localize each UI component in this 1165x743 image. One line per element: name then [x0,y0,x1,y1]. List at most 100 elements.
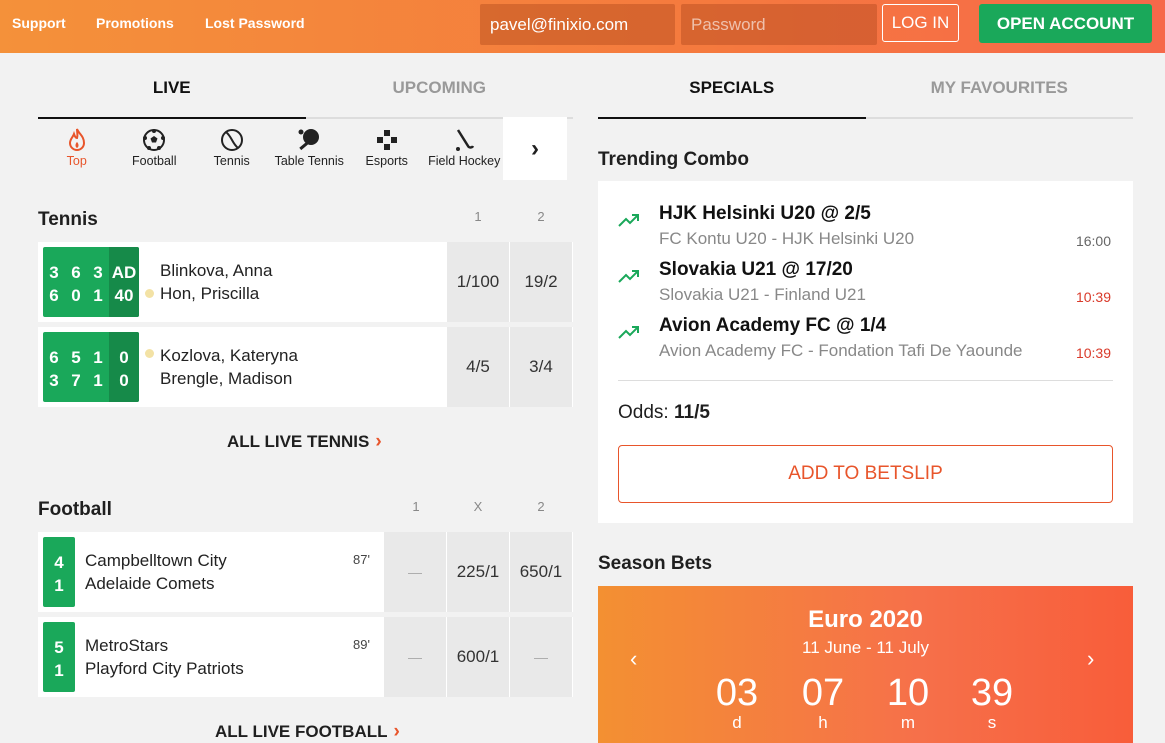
odds-button[interactable]: 1/100 [447,242,509,322]
chevron-right-icon[interactable]: › [1087,646,1094,672]
combo-item[interactable]: Avion Academy FC @ 1/4 Avion Academy FC … [598,315,1133,371]
support-link[interactable]: Support [12,15,66,31]
live-upcoming-tabs: LIVE UPCOMING [38,53,573,119]
serve-indicator [145,289,154,298]
odds-button[interactable]: 650/1 [510,532,572,612]
countdown-value: 07 [801,672,845,714]
sport-tennis[interactable]: Tennis [193,117,271,180]
odds-button[interactable]: — [510,617,572,697]
combo-time: 10:39 [1075,345,1111,361]
score: 5 [54,638,64,657]
score: 5 [71,348,81,367]
countdown-seconds: 39 s [962,672,1022,732]
add-to-betslip-button[interactable]: ADD TO BETSLIP [618,445,1113,503]
score-box: 51 [43,622,75,692]
countdown-value: 03 [715,672,759,714]
score: 1 [93,371,103,390]
login-button[interactable]: LOG IN [882,4,959,42]
trending-combo-title: Trending Combo [598,149,749,170]
players: Blinkova, Anna Hon, Priscilla [160,259,272,305]
tab-upcoming[interactable]: UPCOMING [306,53,574,117]
all-live-football-link[interactable]: ALL LIVE FOOTBALL › [215,721,400,743]
sport-top[interactable]: Top [38,117,116,180]
trending-up-icon [618,214,639,227]
odds-value: 11/5 [673,402,710,423]
score: 6 [49,286,59,305]
column-header: 2 [537,499,545,514]
event-title: Euro 2020 [808,606,923,633]
score: 1 [93,348,103,367]
tab-specials[interactable]: SPECIALS [598,53,866,119]
match-minute: 89' [353,637,370,652]
odds-button[interactable]: 600/1 [447,617,509,697]
countdown-unit: m [900,713,916,732]
combo-item[interactable]: HJK Helsinki U20 @ 2/5 FC Kontu U20 - HJ… [598,203,1133,259]
email-input[interactable]: pavel@finixio.com [480,4,675,45]
sport-table-tennis[interactable]: Table Tennis [271,117,349,180]
score: 1 [93,286,103,305]
odds-button[interactable]: 19/2 [510,242,572,322]
odds-button[interactable]: 225/1 [447,532,509,612]
score: 3 [49,263,59,282]
chevron-right-icon: › [375,431,382,452]
lost-password-link[interactable]: Lost Password [205,15,305,31]
sports-next-button[interactable]: › [503,117,567,180]
player-name: Hon, Priscilla [160,284,260,303]
combo-time: 10:39 [1075,289,1111,305]
all-live-tennis-link[interactable]: ALL LIVE TENNIS › [227,431,382,453]
tennis-section-title: Tennis [38,209,98,230]
combo-item[interactable]: Slovakia U21 @ 17/20 Slovakia U21 - Finl… [598,259,1133,315]
chevron-right-icon: › [531,135,539,162]
countdown-value: 39 [970,672,1014,714]
score: 40 [114,286,134,305]
odds-button[interactable]: 4/5 [447,327,509,407]
sport-field-hockey[interactable]: Field Hockey [426,117,504,180]
score: 6 [49,348,59,367]
hockey-stick-icon [426,128,504,154]
combo-selection: Slovakia U21 @ 17/20 [659,259,853,280]
chevron-left-icon[interactable]: ‹ [630,646,637,672]
match-minute: 87' [353,552,370,567]
promotions-link[interactable]: Promotions [96,15,174,31]
combo-match: Slovakia U21 - Finland U21 [659,285,866,304]
column-header: 2 [537,209,545,224]
divider [618,380,1113,381]
football-match-row[interactable]: 51 MetroStars Playford City Patriots 89'… [38,617,573,697]
trending-combo-card: HJK Helsinki U20 @ 2/5 FC Kontu U20 - HJ… [598,181,1133,523]
player-name: Kozlova, Kateryna [160,346,298,365]
tennis-match-row[interactable]: 36 60 31 AD 40 Blinkova, Anna Hon, Prisci… [38,242,573,322]
column-header: 1 [474,209,482,224]
sport-esports[interactable]: Esports [348,117,426,180]
odds-label: Odds: [618,402,669,423]
tab-my-favourites[interactable]: MY FAVOURITES [866,53,1134,117]
countdown-days: 03 d [707,672,767,732]
odds-button[interactable]: — [384,617,446,697]
team-name: Playford City Patriots [85,659,244,678]
combo-odds: Odds: 11/5 [618,402,710,424]
football-match-row[interactable]: 41 Campbelltown City Adelaide Comets 87'… [38,532,573,612]
players: Kozlova, Kateryna Brengle, Madison [160,344,298,390]
odds-button[interactable]: 3/4 [510,327,572,407]
countdown-value: 10 [886,672,930,714]
open-account-button[interactable]: OPEN ACCOUNT [979,4,1152,43]
score: 1 [54,576,64,595]
sport-label: Top [66,154,87,168]
sport-label: Field Hockey [428,154,501,168]
odds-button[interactable]: — [384,532,446,612]
gamepad-icon [348,128,426,154]
player-name: Blinkova, Anna [160,261,273,280]
football-icon [116,128,194,154]
column-header: 1 [412,499,420,514]
sport-football[interactable]: Football [116,117,194,180]
top-bar: Support Promotions Lost Password pavel@f… [0,0,1165,53]
tab-live[interactable]: LIVE [38,53,306,119]
tennis-match-row[interactable]: 6 3 5 7 1 1 0 0 Kozlova, Kateryna Brengle, M… [38,327,573,407]
serve-indicator [145,349,154,358]
score-box: 41 [43,537,75,607]
link-label: ALL LIVE TENNIS [227,432,370,451]
countdown-hours: 07 h [793,672,853,732]
event-dates: 11 June - 11 July [802,638,929,657]
password-input[interactable]: Password [681,4,877,45]
score: 0 [71,286,81,305]
combo-selection: HJK Helsinki U20 @ 2/5 [659,203,871,224]
